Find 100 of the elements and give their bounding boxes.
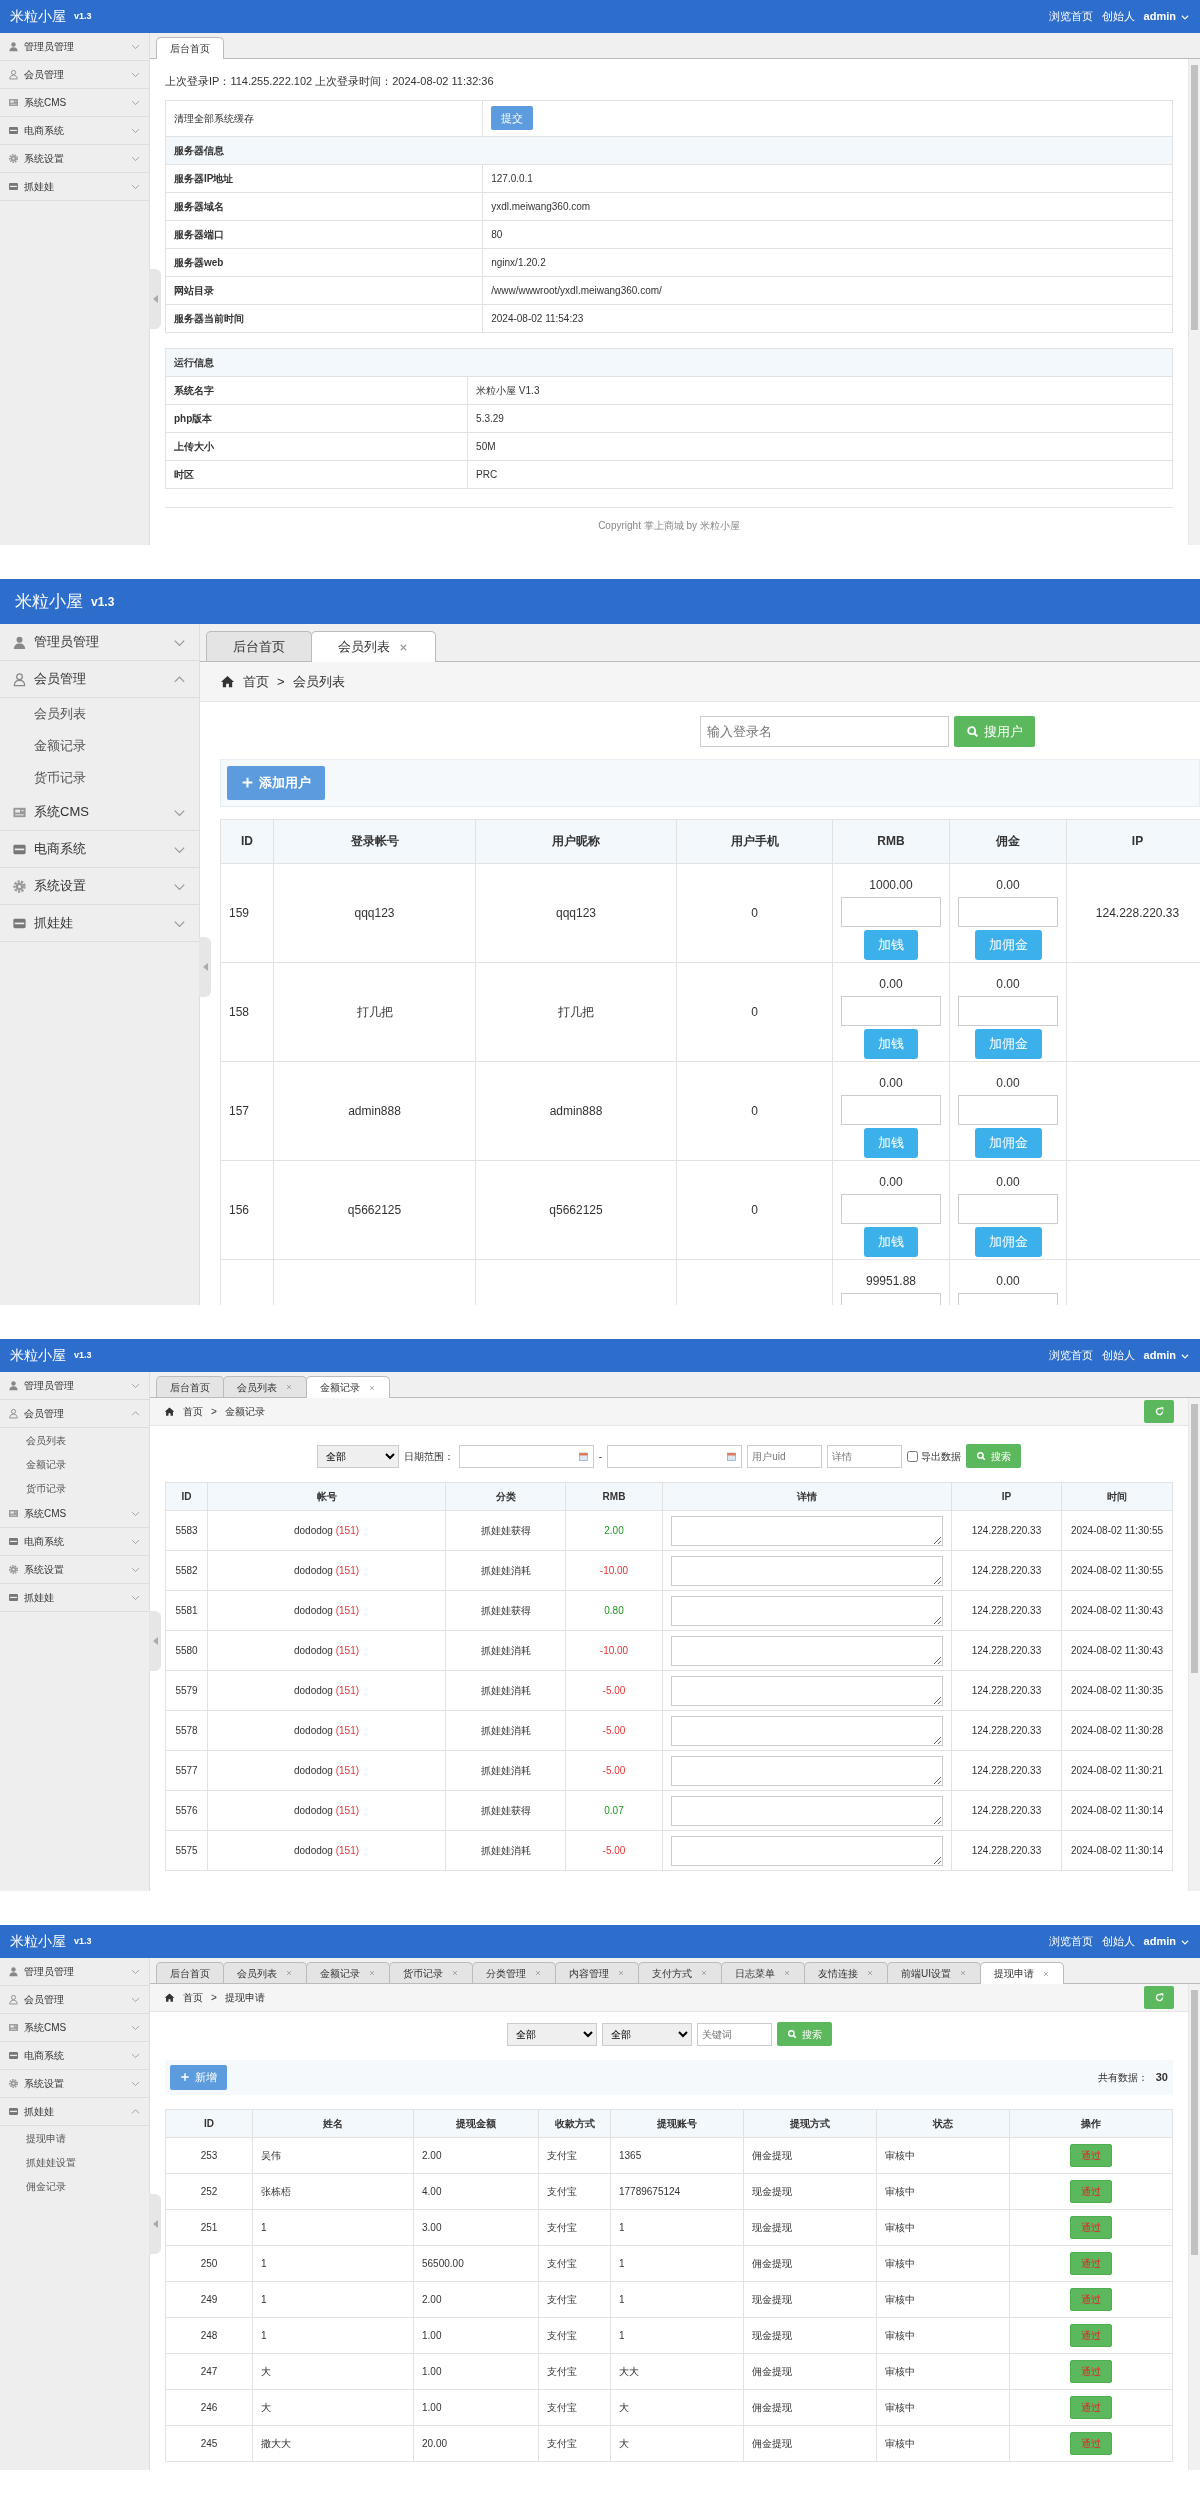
collapse-handle[interactable] [199,937,211,998]
type-select[interactable]: 全部 [316,1444,399,1468]
user-menu[interactable]: admin [1143,8,1190,25]
sidebar-item[interactable]: 系统设置 [0,1556,149,1584]
sidebar-item[interactable]: 抓娃娃 [0,2098,149,2126]
detail-textarea[interactable] [671,1635,943,1666]
sidebar-item[interactable]: 系统CMS [0,2014,149,2042]
amount-field[interactable] [841,1094,941,1125]
tab[interactable]: 金额记录 [306,1962,390,1983]
tab[interactable]: 金额记录 [306,1376,390,1398]
sidebar-subitem[interactable]: 会员列表 [0,1428,149,1452]
sidebar-item[interactable]: 电商系统 [0,1528,149,1556]
nav-link[interactable]: 浏览首页 [1048,8,1093,25]
uid-field[interactable]: 用户uid [747,1444,823,1468]
tab[interactable]: 会员列表 [311,631,436,662]
tab[interactable]: 后台首页 [156,1376,224,1397]
collapse-handle[interactable] [149,1610,161,1671]
detail-textarea[interactable] [671,1795,943,1826]
close-icon[interactable] [368,1383,376,1392]
detail-textarea[interactable] [671,1555,943,1586]
user-menu[interactable]: admin [1143,1347,1190,1364]
sidebar-item[interactable]: 电商系统 [0,2042,149,2070]
close-icon[interactable] [866,1969,874,1977]
nav-link[interactable]: 创始人 [1101,8,1135,25]
detail-textarea[interactable] [671,1515,943,1546]
close-icon[interactable] [959,1969,967,1977]
filter-select[interactable]: 全部 [601,2022,692,2046]
tab[interactable]: 会员列表 [223,1376,307,1397]
sidebar-item[interactable]: 系统设置 [0,868,199,905]
sidebar-item[interactable]: 抓娃娃 [0,905,199,942]
breadcrumb-link[interactable]: 首页 [243,671,269,692]
sidebar-item[interactable]: 系统CMS [0,794,199,831]
sidebar-item[interactable]: 管理员管理 [0,33,149,61]
sidebar-subitem[interactable]: 佣金记录 [0,2174,149,2198]
breadcrumb-link[interactable]: 首页 [183,1990,203,2005]
detail-textarea[interactable] [671,1595,943,1626]
sidebar-item[interactable]: 电商系统 [0,831,199,868]
sidebar-item[interactable]: 系统设置 [0,2070,149,2098]
sidebar-item[interactable]: 系统设置 [0,145,149,173]
refresh-button[interactable] [1144,1986,1174,2009]
collapse-handle[interactable] [149,268,161,329]
tab[interactable]: 内容管理 [555,1962,639,1983]
refresh-button[interactable] [1144,1400,1174,1423]
tab[interactable]: 日志菜单 [721,1962,805,1983]
date-field[interactable] [607,1444,743,1468]
sidebar-subitem[interactable]: 金额记录 [0,1452,149,1476]
sidebar-item[interactable]: 电商系统 [0,117,149,145]
amount-field[interactable] [841,896,941,927]
detail-field[interactable]: 详情 [827,1444,903,1468]
sidebar-item[interactable]: 会员管理 [0,1400,149,1428]
tab[interactable]: 后台首页 [156,37,224,59]
sidebar-item[interactable]: 管理员管理 [0,624,199,661]
sidebar-item[interactable]: 管理员管理 [0,1958,149,1986]
amount-field[interactable] [958,896,1058,927]
tab[interactable]: 货币记录 [389,1962,473,1983]
close-icon[interactable] [783,1969,791,1977]
nav-link[interactable]: 创始人 [1101,1933,1135,1950]
amount-field[interactable] [958,1094,1058,1125]
scrollbar[interactable] [1188,1398,1200,1891]
amount-field[interactable] [958,1193,1058,1224]
sidebar-item[interactable]: 系统CMS [0,89,149,117]
tab[interactable]: 前端UI设置 [887,1962,981,1983]
close-icon[interactable] [534,1969,542,1977]
sidebar-item[interactable]: 会员管理 [0,61,149,89]
tab[interactable]: 会员列表 [223,1962,307,1983]
calendar-icon[interactable] [726,1450,738,1462]
amount-field[interactable] [841,995,941,1026]
nav-link[interactable]: 浏览首页 [1048,1347,1093,1364]
nav-link[interactable]: 浏览首页 [1048,1933,1093,1950]
tab[interactable]: 后台首页 [156,1962,224,1983]
sidebar-item[interactable]: 抓娃娃 [0,173,149,201]
detail-textarea[interactable] [671,1715,943,1746]
sidebar-item[interactable]: 抓娃娃 [0,1584,149,1612]
keyword-field[interactable]: 关键词 [696,2022,772,2046]
tab[interactable]: 后台首页 [206,631,312,661]
sidebar-subitem[interactable]: 抓娃娃设置 [0,2150,149,2174]
sidebar-subitem[interactable]: 提现申请 [0,2126,149,2150]
close-icon[interactable] [285,1969,293,1977]
footer-link[interactable]: 米粒小屋 [699,520,740,531]
close-icon[interactable] [617,1969,625,1977]
sidebar-item[interactable]: 会员管理 [0,661,199,698]
scrollbar[interactable] [1188,59,1200,545]
scrollbar[interactable] [1188,1984,1200,2470]
sidebar-item[interactable]: 会员管理 [0,1986,149,2014]
tab[interactable]: 友情连接 [804,1962,888,1983]
tab[interactable]: 分类管理 [472,1962,556,1983]
tab[interactable]: 提现申请 [980,1962,1064,1984]
calendar-icon[interactable] [577,1450,589,1462]
close-icon[interactable] [451,1969,459,1977]
breadcrumb-link[interactable]: 首页 [183,1404,203,1419]
sidebar-subitem[interactable]: 会员列表 [0,698,199,730]
sidebar-subitem[interactable]: 货币记录 [0,762,199,794]
sidebar-subitem[interactable]: 金额记录 [0,730,199,762]
detail-textarea[interactable] [671,1835,943,1866]
amount-field[interactable] [841,1193,941,1224]
export-checkbox[interactable] [907,1450,919,1462]
user-menu[interactable]: admin [1143,1933,1190,1950]
sidebar-item[interactable]: 管理员管理 [0,1372,149,1400]
sidebar-item[interactable]: 系统CMS [0,1500,149,1528]
nav-link[interactable]: 创始人 [1101,1347,1135,1364]
